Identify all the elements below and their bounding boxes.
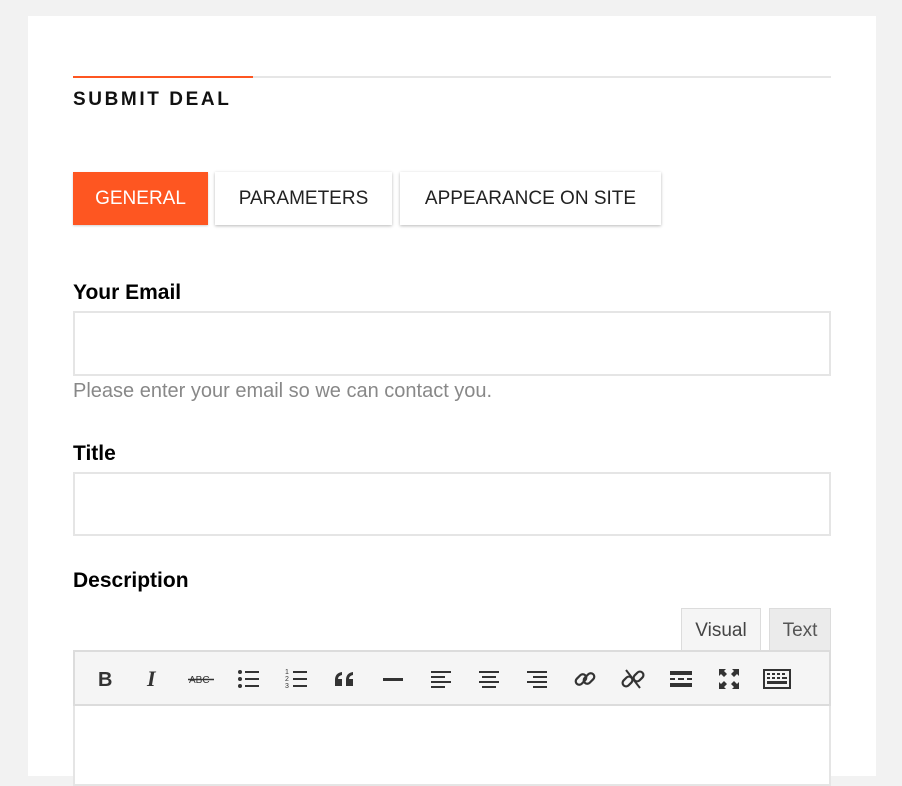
- title-label: Title: [73, 442, 116, 465]
- align-left-button[interactable]: [424, 662, 458, 696]
- read-more-icon: [670, 671, 692, 687]
- align-right-icon: [527, 671, 547, 688]
- numbered-list-icon: 1 2 3: [285, 669, 307, 690]
- horizontal-rule-button[interactable]: [376, 662, 410, 696]
- strikethrough-icon: ABC: [188, 675, 214, 686]
- blockquote-icon: [335, 672, 353, 686]
- title-divider: [73, 76, 831, 78]
- align-right-button[interactable]: [520, 662, 554, 696]
- strikethrough-button[interactable]: ABC: [184, 662, 218, 696]
- unlink-icon: [621, 669, 645, 689]
- page-title: SUBMIT DEAL: [73, 89, 232, 110]
- bullet-list-icon: [238, 670, 259, 688]
- email-label: Your Email: [73, 281, 182, 304]
- tab-parameters[interactable]: PARAMETERS: [215, 172, 392, 225]
- bold-button[interactable]: B: [88, 662, 122, 696]
- tab-appearance-on-site[interactable]: APPEARANCE ON SITE: [400, 172, 661, 225]
- fullscreen-button[interactable]: [712, 662, 746, 696]
- svg-text:ABC: ABC: [189, 675, 210, 686]
- email-field[interactable]: [73, 311, 831, 376]
- svg-text:I: I: [146, 668, 157, 690]
- insert-link-button[interactable]: [568, 662, 602, 696]
- align-center-icon: [479, 671, 499, 688]
- svg-text:2: 2: [285, 676, 289, 683]
- bold-icon: B: [98, 669, 112, 690]
- toolbar-toggle-icon: [763, 669, 791, 689]
- editor-toolbar: B I ABC 1 2 3: [73, 650, 831, 706]
- align-center-button[interactable]: [472, 662, 506, 696]
- tab-visual[interactable]: Visual: [681, 608, 761, 652]
- title-divider-accent: [73, 76, 253, 78]
- submit-deal-card: SUBMIT DEAL GENERAL PARAMETERS APPEARANC…: [28, 16, 876, 786]
- email-hint: Please enter your email so we can contac…: [73, 380, 493, 402]
- tab-general[interactable]: GENERAL: [73, 172, 208, 225]
- blockquote-button[interactable]: [328, 662, 362, 696]
- svg-text:1: 1: [285, 669, 289, 676]
- insert-read-more-button[interactable]: [664, 662, 698, 696]
- link-icon: [574, 672, 596, 686]
- fullscreen-icon: [719, 669, 739, 689]
- tab-text[interactable]: Text: [769, 608, 831, 652]
- svg-text:3: 3: [285, 683, 289, 690]
- editor-mode-tabs: Visual Text: [73, 608, 831, 652]
- italic-icon: I: [146, 668, 157, 690]
- description-label: Description: [73, 569, 189, 592]
- horizontal-rule-icon: [383, 678, 403, 681]
- bullet-list-button[interactable]: [232, 662, 266, 696]
- italic-button[interactable]: I: [136, 662, 170, 696]
- description-editor[interactable]: [73, 706, 831, 786]
- svg-text:B: B: [98, 669, 112, 690]
- align-left-icon: [431, 671, 451, 688]
- numbered-list-button[interactable]: 1 2 3: [280, 662, 314, 696]
- remove-link-button[interactable]: [616, 662, 650, 696]
- title-field[interactable]: [73, 472, 831, 536]
- toolbar-toggle-button[interactable]: [760, 662, 794, 696]
